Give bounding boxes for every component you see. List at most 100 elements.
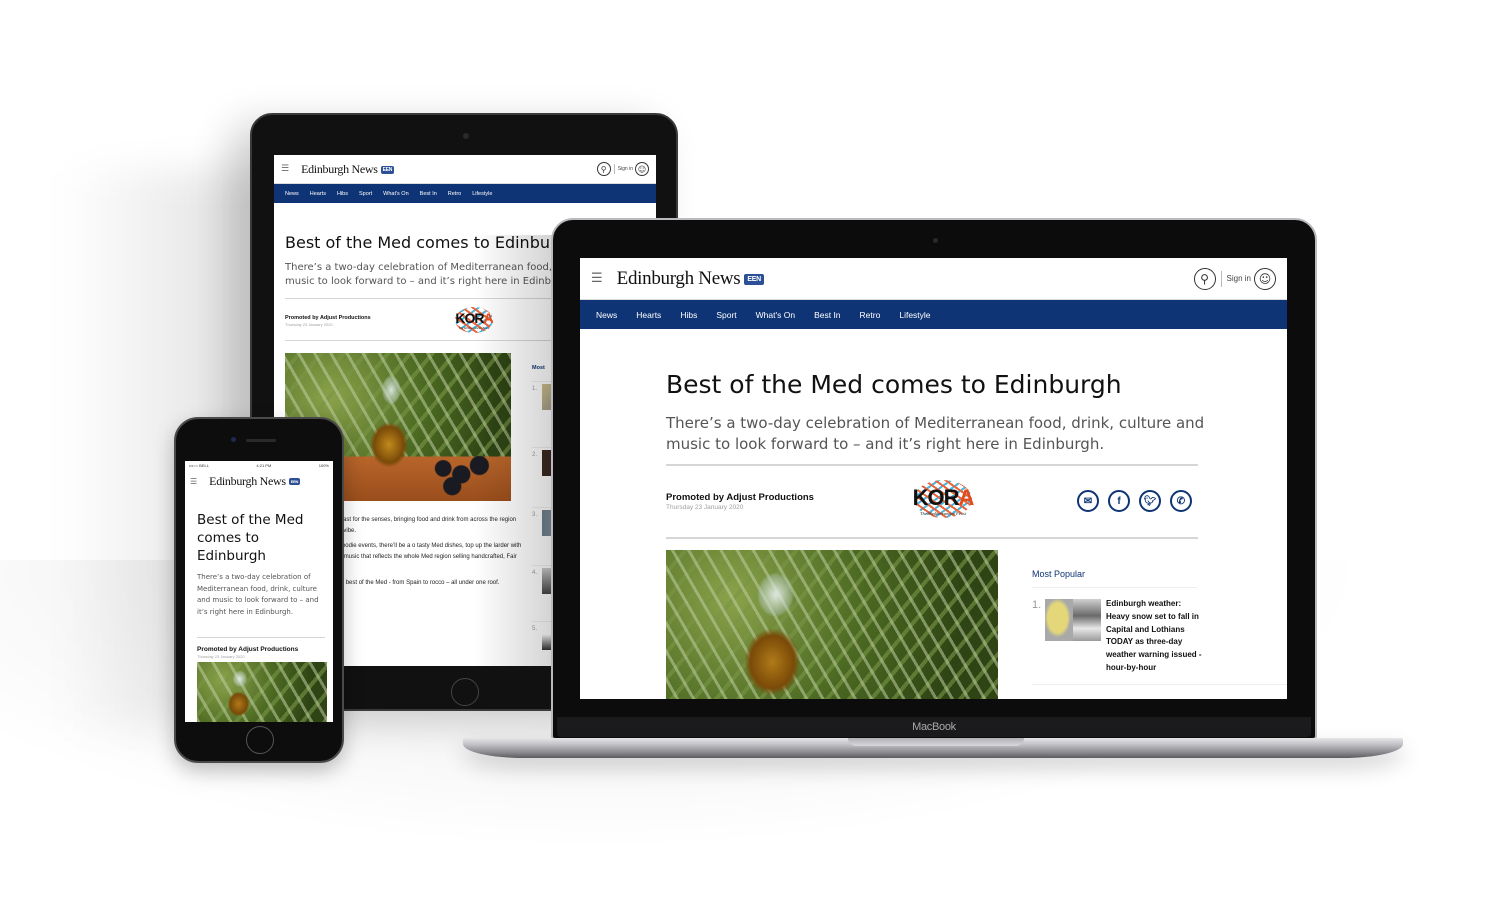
nav-item-best-in[interactable]: Best In [814, 310, 840, 320]
nav-item-news[interactable]: News [596, 310, 617, 320]
hamburger-menu-icon[interactable]: ☰ [281, 164, 289, 174]
sponsor-logo-word: KORA [455, 310, 494, 326]
sponsor-logo[interactable]: KORA The Mediterranean Feast [908, 479, 978, 525]
search-icon[interactable]: ⚲ [1193, 267, 1216, 290]
nav-item-hibs[interactable]: Hibs [680, 310, 697, 320]
article-headline: Best of the Med comes to Edinburgh [197, 512, 304, 564]
article-headline: Best of the Med comes to Edinbu [285, 233, 550, 252]
promoted-by: Promoted by Adjust Productions [197, 646, 299, 653]
header-divider [1220, 270, 1222, 287]
brand-name: Edinburgh News [301, 161, 378, 176]
article-standfirst: There’s a two-day celebration of Mediter… [666, 414, 1205, 453]
laptop-label: MacBook [912, 721, 956, 733]
most-popular-item-title[interactable]: Edinburgh weather: Heavy snow set to fal… [1106, 598, 1202, 675]
rank-number: 2. [532, 452, 538, 458]
article-date: Thursday 23 January 2020 [285, 322, 333, 327]
nav-item-sport[interactable]: Sport [359, 191, 372, 197]
phone-device: •••○○ BELL 4:21 PM 100% ☰ Edinburgh News… [174, 417, 344, 763]
article-hero-image[interactable] [666, 550, 998, 699]
nav-item-lifestyle[interactable]: Lifestyle [472, 191, 492, 197]
article-hero-image[interactable] [197, 662, 327, 722]
header-divider [613, 164, 615, 174]
standfirst-line: There’s a two-day celebration of Mediter… [285, 262, 552, 273]
sponsor-logo-tagline: The Mediterranean Feast [458, 326, 490, 330]
nav-item-hibs[interactable]: Hibs [337, 191, 348, 197]
article-date: Thursday 23 January 2020 [666, 504, 744, 511]
search-icon[interactable]: ⚲ [596, 162, 611, 176]
brand-badge-icon: EEN [380, 165, 395, 174]
sponsor-logo-main: KOR [455, 310, 484, 326]
brand-badge-icon: EEN [744, 273, 764, 285]
nav-item-retro[interactable]: Retro [448, 191, 461, 197]
site-header: ☰ Edinburgh News EEN [185, 470, 333, 492]
brand-name: Edinburgh News [209, 473, 286, 488]
laptop-screen: ☰ Edinburgh News EEN ⚲ Sign in ☺ News Hea… [580, 258, 1287, 699]
carrier-signal: •••○○ BELL [189, 463, 209, 468]
laptop-device: ☰ Edinburgh News EEN ⚲ Sign in ☺ News Hea… [551, 218, 1317, 740]
divider [1032, 684, 1287, 685]
brand-name: Edinburgh News [616, 267, 741, 289]
snow-scene-thumbnail [1073, 599, 1101, 641]
most-popular-heading: Most Popular [1032, 569, 1086, 579]
battery-level: 100% [318, 463, 329, 468]
sign-in-link[interactable]: Sign in [1227, 274, 1251, 283]
rank-number: 1. [1032, 599, 1042, 611]
facebook-icon[interactable]: f [1108, 490, 1130, 512]
divider [666, 464, 1198, 466]
user-account-icon[interactable]: ☺ [1254, 267, 1276, 290]
sponsor-logo-accent: A [958, 485, 975, 510]
user-account-icon[interactable]: ☺ [635, 162, 649, 176]
email-icon[interactable]: ✉ [1077, 490, 1099, 512]
rank-number: 4. [532, 570, 538, 576]
laptop-camera [933, 238, 938, 243]
standfirst-line: music to look forward to – and it’s righ… [285, 275, 551, 287]
divider [1032, 587, 1197, 588]
site-logo[interactable]: Edinburgh News EEN [209, 473, 301, 489]
sponsor-logo-accent: A [483, 310, 494, 326]
promoted-by: Promoted by Adjust Productions [285, 315, 371, 321]
brand-badge-icon: EEN [288, 478, 301, 486]
weather-map-thumbnail [1045, 599, 1073, 641]
header-actions: ⚲ Sign in ☺ [596, 162, 649, 176]
laptop-chin: MacBook [557, 717, 1311, 737]
nav-item-lifestyle[interactable]: Lifestyle [899, 310, 930, 320]
laptop-notch [848, 738, 1024, 746]
hamburger-menu-icon[interactable]: ☰ [190, 477, 197, 486]
rank-number: 5. [532, 626, 538, 632]
phone-screen: •••○○ BELL 4:21 PM 100% ☰ Edinburgh News… [185, 461, 333, 722]
article-date: Thursday 23 January 2020 [197, 654, 245, 659]
sponsor-logo-word: KORA [913, 485, 975, 511]
nav-item-whats-on[interactable]: What's On [756, 310, 795, 320]
sign-in-link[interactable]: Sign in [618, 166, 633, 172]
nav-item-sport[interactable]: Sport [716, 310, 736, 320]
most-popular-thumbnail[interactable] [1045, 599, 1101, 641]
home-button[interactable] [451, 678, 479, 706]
site-header: ☰ Edinburgh News EEN ⚲ Sign in ☺ [274, 155, 656, 184]
most-popular-heading: Most [532, 365, 545, 371]
article-standfirst: There’s a two-day celebration of Mediter… [285, 261, 552, 288]
nav-item-retro[interactable]: Retro [860, 310, 881, 320]
status-time: 4:21 PM [256, 463, 272, 468]
nav-item-whats-on[interactable]: What's On [383, 191, 409, 197]
article-headline: Best of the Med comes to Edinburgh [666, 370, 1122, 399]
whatsapp-icon[interactable]: ✆ [1170, 490, 1192, 512]
divider [197, 637, 325, 638]
phone-speaker [246, 439, 276, 442]
nav-item-hearts[interactable]: Hearts [310, 191, 326, 197]
site-logo[interactable]: Edinburgh News EEN [301, 161, 395, 177]
main-nav: News Hearts Hibs Sport What's On Best In… [274, 184, 656, 203]
nav-item-best-in[interactable]: Best In [420, 191, 437, 197]
phone-camera [231, 437, 236, 442]
article-standfirst: There’s a two-day celebration of Mediter… [197, 573, 319, 616]
rank-number: 3. [532, 512, 538, 518]
hamburger-menu-icon[interactable]: ☰ [591, 271, 603, 286]
twitter-icon[interactable]: 🐦︎ [1139, 490, 1161, 512]
home-button[interactable] [246, 726, 274, 754]
status-bar: •••○○ BELL 4:21 PM 100% [185, 461, 333, 470]
tablet-camera [463, 133, 469, 139]
site-logo[interactable]: Edinburgh News EEN [617, 268, 764, 290]
nav-item-news[interactable]: News [285, 191, 299, 197]
nav-item-hearts[interactable]: Hearts [636, 310, 661, 320]
sponsor-logo[interactable]: KORA The Mediterranean Feast [449, 305, 499, 335]
header-actions: ⚲ Sign in ☺ [1193, 267, 1276, 290]
